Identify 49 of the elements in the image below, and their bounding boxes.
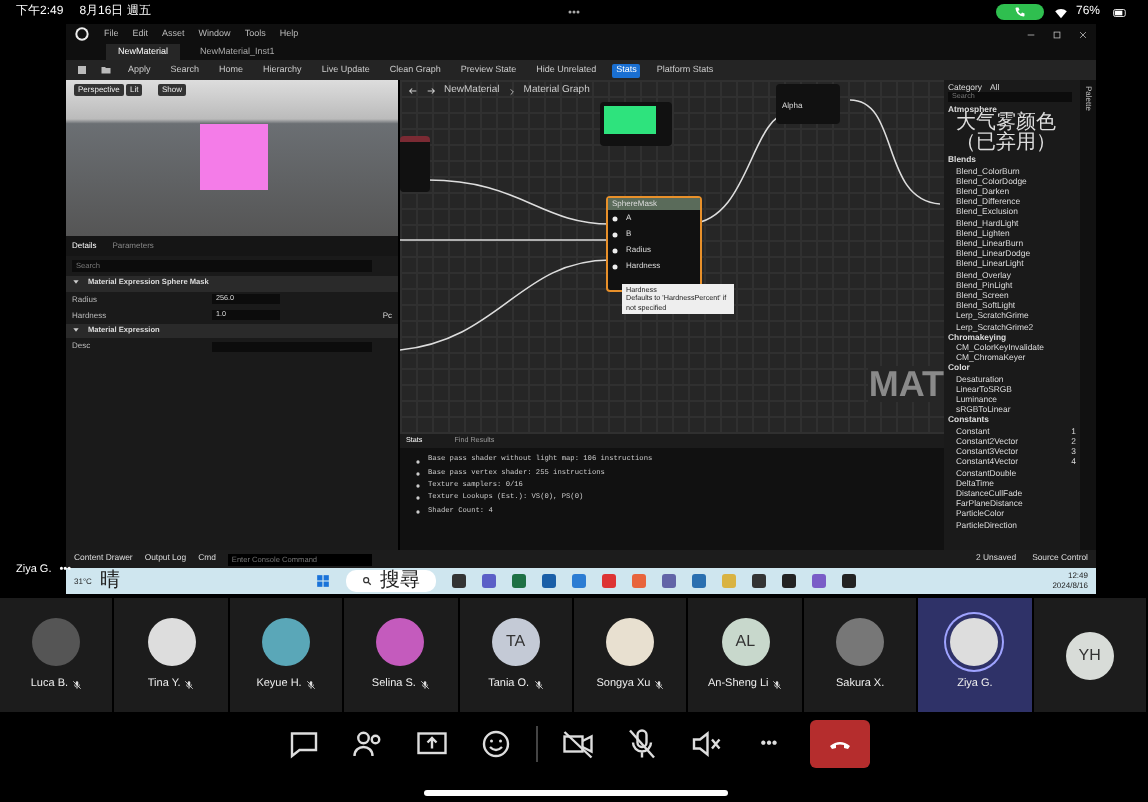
avatar-photo (606, 617, 655, 666)
taskbar-search[interactable]: 搜尋 (346, 570, 437, 592)
value-field[interactable] (212, 341, 372, 352)
forward-icon[interactable] (426, 86, 436, 97)
maximize-icon[interactable] (1052, 29, 1062, 39)
avatar-photo (950, 617, 999, 666)
color-preview-swatch (604, 106, 656, 134)
pin-icon (612, 215, 618, 221)
avatar-photo (147, 617, 196, 666)
weather-text: 晴 (99, 567, 120, 596)
more-button[interactable]: ••• (745, 720, 793, 768)
wifi-icon (1053, 5, 1068, 19)
participant-tile[interactable]: YH (1033, 598, 1147, 712)
expander-icon[interactable] (72, 278, 80, 286)
avatar: YH (1065, 631, 1114, 679)
avatar: AL (721, 617, 770, 666)
avatar-photo (32, 617, 81, 666)
emoji-icon (477, 726, 513, 762)
pin-icon (612, 231, 618, 237)
close-icon[interactable] (1078, 29, 1088, 39)
chevron-icon (507, 87, 516, 96)
mic-off-icon (623, 726, 659, 762)
speaker-off-icon (687, 726, 723, 762)
back-icon[interactable] (408, 86, 418, 97)
avatar-photo (376, 617, 425, 666)
battery-icon (1108, 5, 1132, 19)
preview-node[interactable] (600, 102, 672, 146)
avatar-photo (836, 617, 885, 666)
palette-item[interactable]: 大气雾颜色（已弃用） (956, 114, 1060, 155)
people-icon (349, 726, 385, 762)
search-text: 搜尋 (380, 571, 421, 591)
avatar-photo (262, 617, 311, 666)
folder-icon[interactable] (100, 64, 112, 76)
start-icon[interactable] (316, 574, 331, 588)
search-icon (362, 576, 373, 586)
wire (849, 99, 941, 205)
camera-off-icon (559, 726, 595, 762)
call-indicator[interactable] (995, 4, 1044, 20)
pin-icon (612, 247, 618, 253)
input-node[interactable] (400, 136, 430, 192)
save-icon[interactable] (76, 64, 88, 76)
pin-icon (612, 263, 618, 269)
watermark-text: MAT (868, 366, 944, 402)
minimize-icon[interactable] (1026, 29, 1036, 39)
chat-icon (285, 726, 321, 762)
hang-up-button[interactable] (809, 720, 869, 768)
avatar: TA (491, 617, 540, 666)
phone-icon (1013, 6, 1026, 18)
preview-cube (200, 124, 268, 190)
